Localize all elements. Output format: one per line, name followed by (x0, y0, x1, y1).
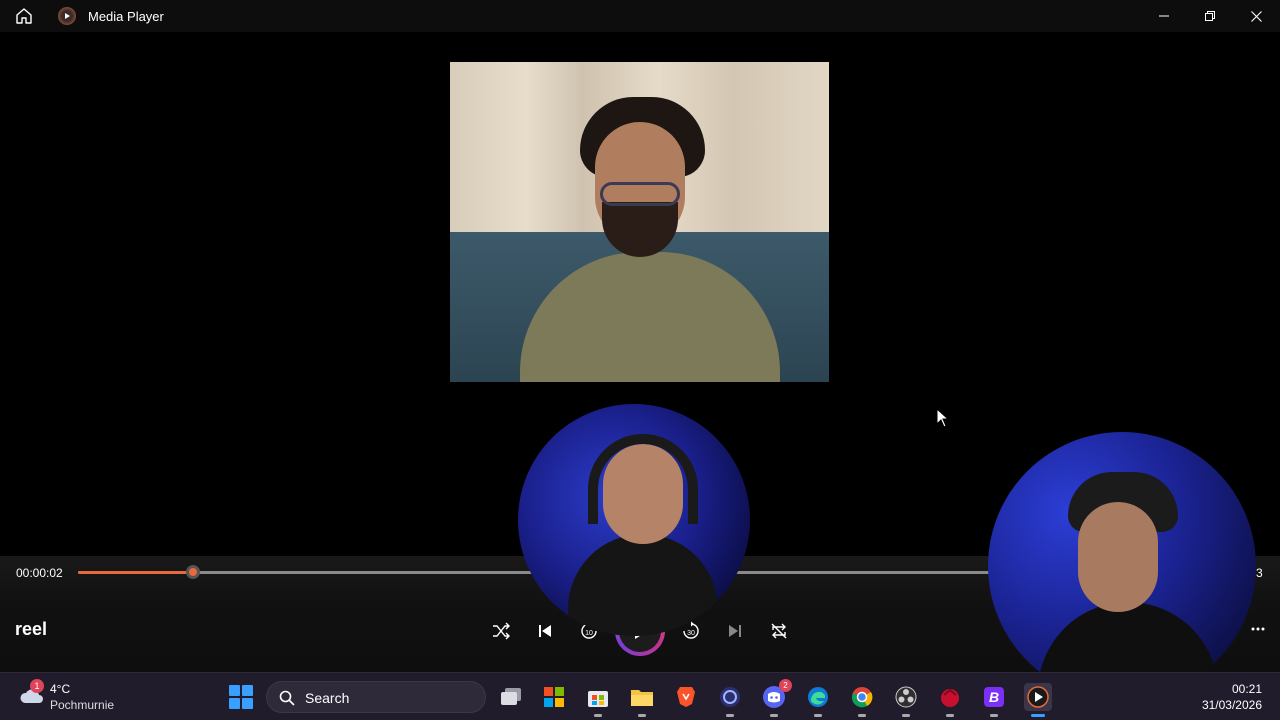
obs-icon[interactable] (892, 683, 920, 717)
windows-logo-tile (242, 685, 253, 696)
red-app-icon[interactable] (936, 683, 964, 717)
running-indicator (858, 714, 866, 717)
minimize-icon (1159, 15, 1169, 17)
chrome-icon[interactable] (848, 683, 876, 717)
media-player-icon (58, 7, 76, 25)
more-options-icon (1251, 627, 1265, 631)
webcam-overlay-center (518, 404, 750, 636)
brave-icon[interactable] (672, 683, 700, 711)
running-indicator (814, 714, 822, 717)
weather-badge: 1 (30, 679, 44, 693)
search-icon (279, 690, 295, 706)
microsoft-store-icon[interactable] (584, 683, 612, 717)
running-indicator (946, 714, 954, 717)
shuffle-icon (493, 622, 510, 640)
clock-time[interactable]: 00:21 (1226, 682, 1262, 696)
next-button[interactable] (721, 617, 749, 645)
taskbar: 1 4°C Pochmurnie Search 2 B 00:21 31/03/… (0, 672, 1280, 720)
minimize-button[interactable] (1141, 0, 1187, 32)
running-indicator (990, 714, 998, 717)
discord-badge: 2 (779, 679, 792, 692)
title-bar: Media Player (0, 0, 1280, 32)
track-title: reel (15, 619, 48, 639)
home-button[interactable] (14, 6, 34, 26)
restore-icon (1205, 11, 1215, 21)
more-options-button[interactable] (1248, 619, 1268, 639)
shuffle-button[interactable] (487, 617, 515, 645)
task-view-icon[interactable] (497, 683, 525, 711)
weather-temperature[interactable]: 4°C (50, 682, 70, 696)
home-icon (16, 8, 32, 24)
running-indicator (770, 714, 778, 717)
search-label: Search (305, 690, 350, 706)
webcam-person-head (1078, 502, 1158, 612)
running-indicator (638, 714, 646, 717)
window-title: Media Player (88, 9, 164, 24)
b-app-icon[interactable]: B (980, 683, 1008, 717)
seek-progress (78, 571, 193, 574)
webcam-overlay-right (988, 432, 1256, 700)
file-explorer-icon[interactable] (628, 683, 656, 717)
weather-description[interactable]: Pochmurnie (50, 698, 114, 712)
active-indicator (1031, 714, 1045, 717)
windows-logo-tile (229, 698, 240, 709)
windows-logo-tile (229, 685, 240, 696)
mouse-cursor-icon (936, 408, 950, 428)
total-time: 3 (1256, 566, 1263, 580)
headphones-icon (588, 434, 698, 524)
video-person-glasses (600, 182, 680, 206)
close-icon (1250, 10, 1262, 22)
running-indicator (594, 714, 602, 717)
microsoft-store-grid-icon[interactable] (540, 683, 568, 711)
close-button[interactable] (1233, 0, 1279, 32)
taskbar-search[interactable]: Search (266, 681, 486, 713)
video-frame (450, 62, 829, 382)
repeat-button[interactable] (765, 617, 793, 645)
previous-icon (539, 625, 551, 637)
current-time: 00:00:02 (16, 566, 63, 580)
running-indicator (726, 714, 734, 717)
previous-button[interactable] (531, 617, 559, 645)
seek-thumb[interactable] (185, 565, 200, 579)
media-player-taskbar-icon[interactable] (1024, 683, 1052, 717)
restore-button[interactable] (1187, 0, 1233, 32)
edge-icon[interactable] (804, 683, 832, 717)
discord-icon[interactable]: 2 (760, 679, 792, 717)
windows-logo-tile (242, 698, 253, 709)
start-button[interactable] (229, 685, 253, 709)
repeat-off-icon (771, 623, 787, 639)
cortana-circle-icon[interactable] (716, 683, 744, 717)
next-icon (729, 625, 741, 637)
svg-text:B: B (989, 689, 999, 705)
running-indicator (902, 714, 910, 717)
clock-date[interactable]: 31/03/2026 (1196, 698, 1262, 712)
webcam-person-shirt (568, 534, 718, 636)
